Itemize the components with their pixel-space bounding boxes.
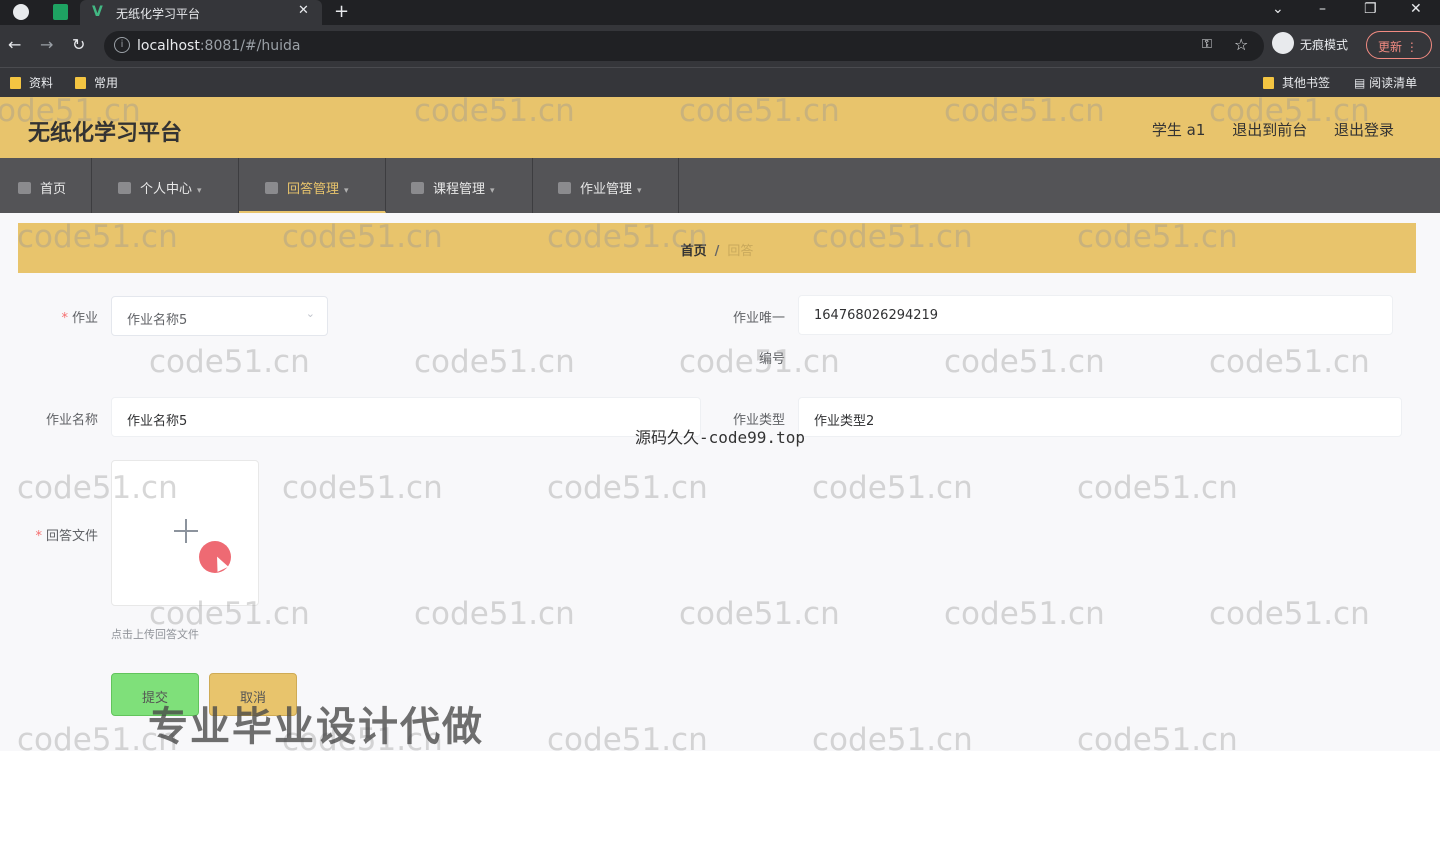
window-close-icon[interactable]: ✕ <box>1410 1 1422 17</box>
folder-icon <box>1263 77 1274 89</box>
site-title: 无纸化学习平台 <box>28 121 183 146</box>
user-label: 学生 a1 <box>1151 121 1206 139</box>
chevron-down-icon[interactable]: ⌄ <box>1272 1 1284 17</box>
answer-file-label: * 回答文件 <box>35 529 98 544</box>
folder-icon <box>75 77 86 89</box>
center-watermark: 源码久久-code99.top <box>635 428 805 447</box>
back-to-front-link[interactable]: 退出到前台 <box>1232 121 1307 139</box>
star-icon[interactable]: ☆ <box>1234 35 1248 54</box>
file-uploader[interactable] <box>111 460 259 606</box>
home-icon <box>18 182 31 194</box>
clipboard-icon <box>265 182 278 194</box>
homework-name-field[interactable]: 作业名称5 <box>111 397 701 437</box>
homework-type-field[interactable]: 作业类型2 <box>798 397 1402 437</box>
tab-title: 无纸化学习平台 <box>116 7 201 21</box>
nav-item-personal[interactable]: 个人中心 ▾ <box>92 158 239 213</box>
homework-id-label: 作业唯一 编号 <box>732 311 785 367</box>
chevron-down-icon: ▾ <box>197 186 202 196</box>
restore-icon[interactable]: ❐ <box>1364 1 1377 17</box>
main-nav: 首页 个人中心 ▾ 回答管理 ▾ 课程管理 ▾ 作业管理 ▾ <box>0 158 1440 213</box>
homework-label: * 作业 <box>61 311 98 326</box>
homework-select-value: 作业名称5 <box>127 313 188 328</box>
breadcrumb-separator: / <box>714 244 720 259</box>
chevron-down-icon: ⌄ <box>305 307 315 320</box>
other-bookmarks[interactable]: 其他书签 <box>1263 74 1330 91</box>
vue-icon: V <box>92 4 103 20</box>
homework-id-field[interactable]: 164768026294219 <box>798 295 1393 335</box>
bookmarks-bar: 资料 常用 其他书签 ▤ 阅读清单 <box>0 67 1440 97</box>
chevron-down-icon: ▾ <box>344 186 349 196</box>
chevron-down-icon: ▾ <box>490 186 495 196</box>
incognito-icon[interactable] <box>1272 32 1294 54</box>
incognito-label: 无痕模式 <box>1300 38 1349 52</box>
breadcrumb: 首页 / 回答 <box>18 223 1416 273</box>
back-icon[interactable]: ← <box>8 35 21 54</box>
browser-tab-active[interactable]: V 无纸化学习平台 ✕ <box>80 0 322 25</box>
info-icon[interactable]: i <box>114 37 130 53</box>
browser-toolbar: ← → ↻ i localhost:8081/#/huida ⚿ ☆ 无痕模式 … <box>0 25 1440 67</box>
bookmark-item[interactable]: 资料 <box>10 74 53 91</box>
user-icon <box>118 182 131 194</box>
homework-select[interactable]: 作业名称5 ⌄ <box>111 296 328 336</box>
homework-name-label: 作业名称 <box>45 413 98 428</box>
breadcrumb-current: 回答 <box>727 244 754 259</box>
url-text[interactable]: localhost:8081/#/huida <box>137 38 300 54</box>
grid-icon <box>411 182 424 194</box>
logout-link[interactable]: 退出登录 <box>1334 121 1394 139</box>
nav-item-answers[interactable]: 回答管理 ▾ <box>239 158 386 213</box>
browser-tab-strip: V 无纸化学习平台 ✕ + ⌄ – ❐ ✕ <box>0 0 1440 25</box>
globe-icon[interactable] <box>13 4 29 20</box>
address-bar[interactable]: i localhost:8081/#/huida ⚿ ☆ <box>104 31 1264 61</box>
main-content: 首页 / 回答 * 作业 作业名称5 ⌄ 作业唯一 编号 16476802629421… <box>0 213 1440 751</box>
nav-item-homework[interactable]: 作业管理 ▾ <box>533 158 679 213</box>
edit-icon <box>558 182 571 194</box>
breadcrumb-home[interactable]: 首页 <box>681 244 707 259</box>
reading-list[interactable]: ▤ 阅读清单 <box>1354 74 1417 91</box>
minimize-icon[interactable]: – <box>1319 1 1326 17</box>
folder-icon <box>10 77 21 89</box>
chevron-down-icon: ▾ <box>637 186 642 196</box>
update-button[interactable]: 更新 ⋮ <box>1366 31 1432 59</box>
key-icon[interactable]: ⚿ <box>1202 37 1212 52</box>
big-watermark: 专业毕业设计代做 <box>148 704 484 750</box>
nav-item-home[interactable]: 首页 <box>0 158 92 213</box>
sheet-tab-icon[interactable] <box>53 4 68 20</box>
plus-icon <box>174 519 198 543</box>
forward-icon[interactable]: → <box>40 35 53 54</box>
reading-list-icon: ▤ <box>1354 76 1366 90</box>
close-icon[interactable]: ✕ <box>298 3 309 18</box>
reload-icon[interactable]: ↻ <box>72 35 85 54</box>
bookmark-item[interactable]: 常用 <box>75 74 118 91</box>
nav-item-courses[interactable]: 课程管理 ▾ <box>386 158 533 213</box>
upload-tip: 点击上传回答文件 <box>111 628 199 641</box>
new-tab-icon[interactable]: + <box>334 1 349 22</box>
header-links: 学生 a1 退出到前台 退出登录 <box>1130 119 1394 140</box>
site-header: 无纸化学习平台 学生 a1 退出到前台 退出登录 <box>0 97 1440 158</box>
